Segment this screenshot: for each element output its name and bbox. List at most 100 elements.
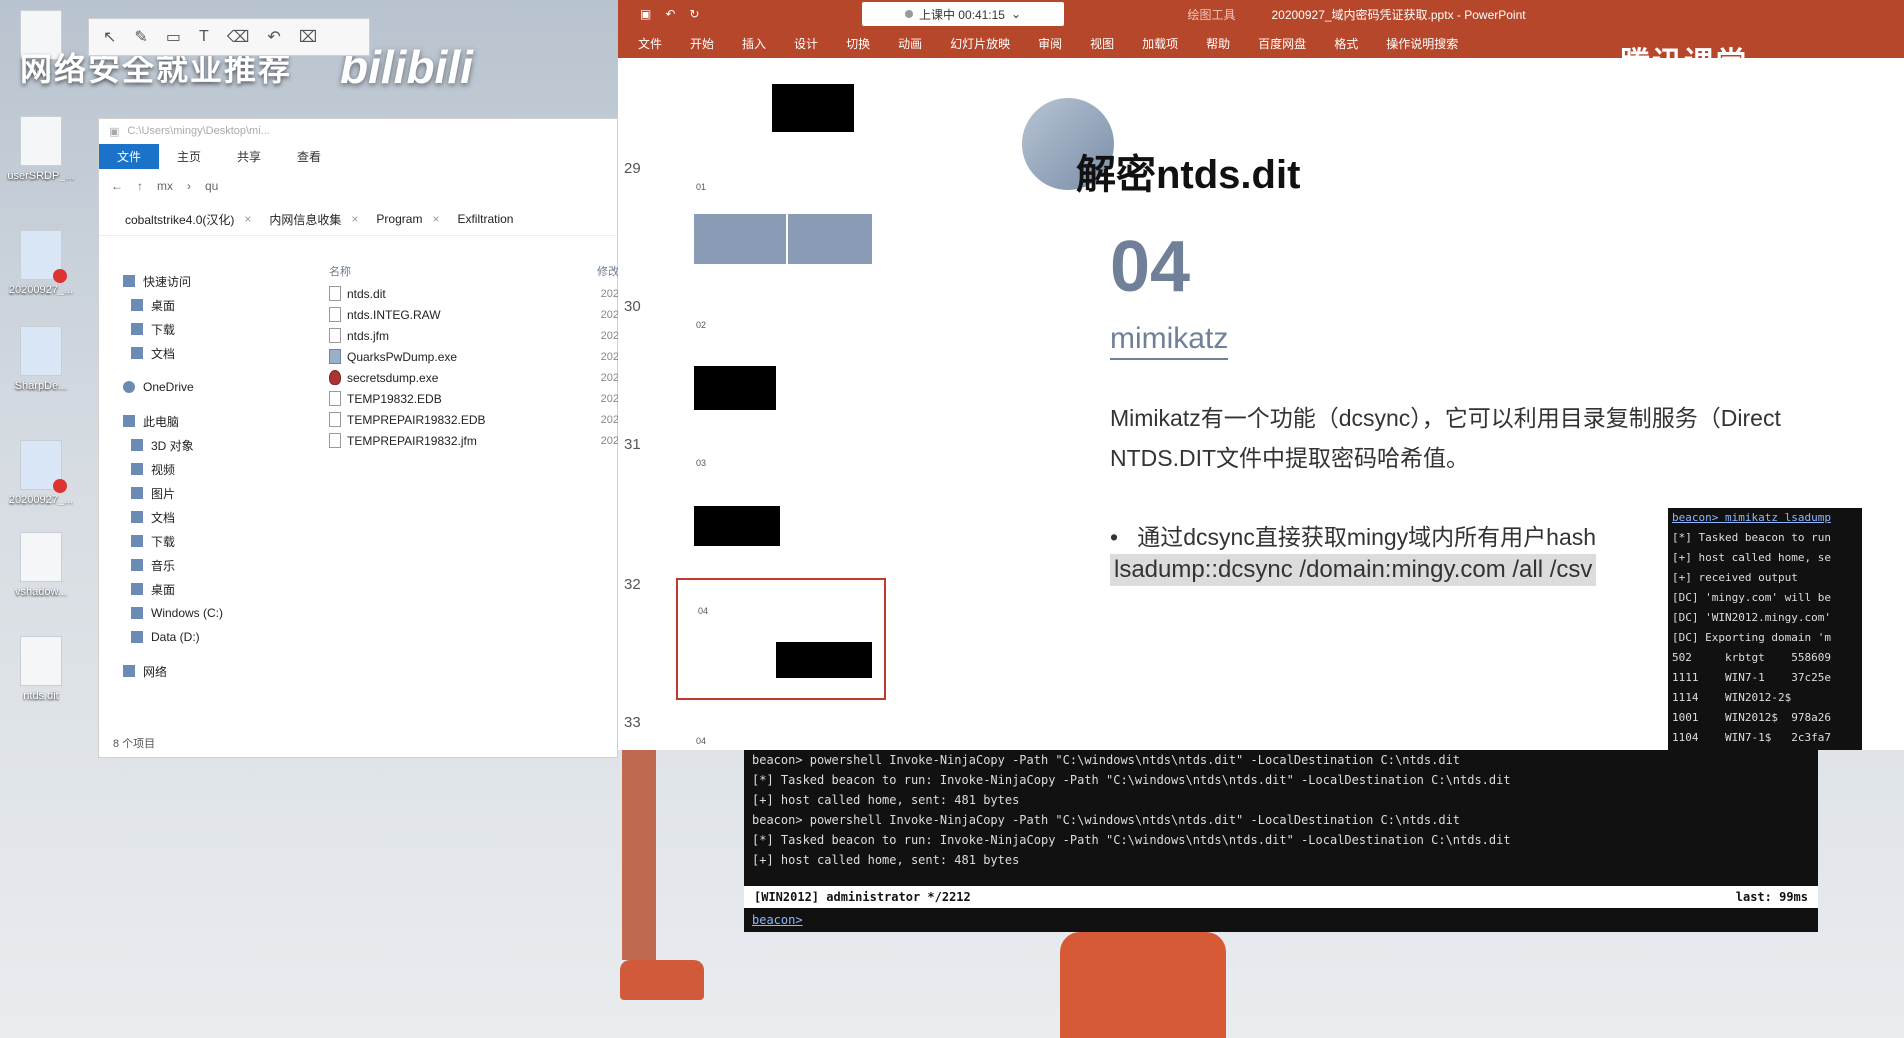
nav-desktop[interactable]: 桌面: [99, 293, 319, 317]
ribbon-tab-share[interactable]: 共享: [219, 144, 279, 169]
ribbon-baidu[interactable]: 百度网盘: [1258, 35, 1306, 52]
slide-thumb-31[interactable]: 03: [676, 444, 886, 566]
section-subtitle[interactable]: mimikatz: [1110, 322, 1229, 360]
nav-3d-objects[interactable]: 3D 对象: [99, 433, 319, 457]
ribbon-insert[interactable]: 插入: [742, 35, 766, 52]
back-icon[interactable]: ←: [111, 179, 123, 193]
file-row[interactable]: TEMP19832.EDB 202: [329, 388, 619, 409]
address-bar[interactable]: ← ↑ mx › qu: [99, 169, 617, 203]
slide-title[interactable]: 解密ntds.dit: [1076, 142, 1300, 200]
nav-label: 3D 对象: [151, 438, 194, 453]
nav-documents[interactable]: 文档: [99, 341, 319, 365]
desktop-icon-4[interactable]: 20200927_...: [0, 440, 82, 506]
ribbon-tab-file[interactable]: 文件: [99, 143, 160, 169]
slide-command[interactable]: lsadump::dcsync /domain:mingy.com /all /…: [1110, 554, 1597, 586]
file-row[interactable]: QuarksPwDump.exe 202: [329, 346, 619, 367]
pptx-icon: [20, 230, 67, 283]
nav-drive-c[interactable]: Windows (C:): [99, 601, 319, 625]
slide-thumb-28[interactable]: [676, 58, 886, 148]
picture-icon: [131, 487, 143, 499]
ribbon-search[interactable]: 操作说明搜索: [1386, 35, 1458, 52]
ribbon-design[interactable]: 设计: [794, 35, 818, 52]
explorer-tab[interactable]: 内网信息收集 ×: [263, 209, 364, 230]
nav-network[interactable]: 网络: [99, 659, 319, 683]
ribbon-home[interactable]: 开始: [690, 35, 714, 52]
ribbon-tab-home[interactable]: 主页: [159, 144, 219, 169]
command-input[interactable]: beacon>: [744, 908, 1818, 932]
desktop-icon-1[interactable]: userSRDP_...: [0, 116, 82, 182]
nav-videos[interactable]: 视频: [99, 457, 319, 481]
nav-drive-d[interactable]: Data (D:): [99, 625, 319, 649]
file-row[interactable]: ntds.dit 202: [329, 283, 619, 304]
nav-this-pc[interactable]: 此电脑: [99, 409, 319, 433]
nav-music[interactable]: 音乐: [99, 553, 319, 577]
console-line: [*] Tasked beacon to run: [1672, 531, 1831, 544]
ribbon-view[interactable]: 视图: [1090, 35, 1114, 52]
drive-icon: [131, 607, 143, 619]
eraser-icon[interactable]: ⌫: [227, 27, 250, 47]
redo-icon[interactable]: ↻: [689, 7, 699, 21]
file-row[interactable]: ntds.jfm 202: [329, 325, 619, 346]
shield-icon: [329, 370, 341, 385]
breadcrumb-mx[interactable]: mx: [157, 179, 173, 193]
file-row[interactable]: TEMPREPAIR19832.EDB 202: [329, 409, 619, 430]
file-name: TEMP19832.EDB: [347, 391, 442, 406]
slide-thumb-29[interactable]: 01: [676, 168, 886, 290]
close-icon[interactable]: ×: [351, 212, 358, 226]
section-number[interactable]: 04: [1110, 226, 1190, 308]
ribbon-addins[interactable]: 加载项: [1142, 35, 1178, 52]
slide-paragraph[interactable]: Mimikatz有一个功能（dcsync），它可以利用目录复制服务（Direct…: [1110, 398, 1904, 478]
ribbon-help[interactable]: 帮助: [1206, 35, 1230, 52]
ribbon-slideshow[interactable]: 幻灯片放映: [950, 35, 1010, 52]
slide-bullet[interactable]: • 通过dcsync直接获取mingy域内所有用户hash: [1110, 518, 1596, 552]
slide-thumb-33[interactable]: 04: [676, 722, 886, 750]
nav-downloads[interactable]: 下载: [99, 317, 319, 341]
file-row[interactable]: ntds.INTEG.RAW 202: [329, 304, 619, 325]
nav-downloads-pc[interactable]: 下载: [99, 529, 319, 553]
console-line: [DC] Exporting domain 'm: [1672, 631, 1831, 644]
explorer-tab[interactable]: Exfiltration: [451, 210, 519, 228]
column-name[interactable]: 名称: [329, 263, 351, 279]
file-row[interactable]: secretsdump.exe 202: [329, 367, 619, 388]
ppt-titlebar: ▣ ↶ ↻ 绘图工具 20200927_域内密码凭证获取.pptx - Powe…: [618, 0, 1904, 28]
live-class-timer[interactable]: 上课中 00:41:15 ⌄: [862, 2, 1064, 26]
ribbon-review[interactable]: 审阅: [1038, 35, 1062, 52]
up-icon[interactable]: ↑: [137, 179, 143, 193]
chevron-right-icon: ›: [187, 179, 191, 193]
ribbon-animations[interactable]: 动画: [898, 35, 922, 52]
breadcrumb-qu[interactable]: qu: [205, 179, 218, 193]
nav-desktop-pc[interactable]: 桌面: [99, 577, 319, 601]
rectangle-icon[interactable]: ▭: [166, 27, 181, 47]
ribbon-file[interactable]: 文件: [638, 35, 662, 52]
file-row[interactable]: TEMPREPAIR19832.jfm 202: [329, 430, 619, 451]
desktop-icon-5[interactable]: vshadow...: [0, 532, 82, 598]
desktop-icon-6[interactable]: ntds.dit: [0, 636, 82, 702]
pen-icon[interactable]: ✎: [134, 27, 147, 47]
pointer-icon[interactable]: ↖: [103, 27, 116, 47]
undo-icon[interactable]: ↶: [665, 7, 675, 21]
text-icon[interactable]: T: [199, 28, 209, 46]
nav-onedrive[interactable]: OneDrive: [99, 375, 319, 399]
undo-icon[interactable]: ↶: [267, 27, 280, 47]
save-icon[interactable]: ▣: [640, 7, 651, 21]
column-date[interactable]: 修改: [597, 263, 619, 279]
close-icon[interactable]: ×: [432, 212, 439, 226]
console-line: [+] host called home, sent: 481 bytes: [752, 793, 1020, 807]
nav-documents-pc[interactable]: 文档: [99, 505, 319, 529]
document-icon: [131, 511, 143, 523]
explorer-tab[interactable]: Program ×: [370, 210, 445, 228]
nav-pictures[interactable]: 图片: [99, 481, 319, 505]
file-date: 202: [600, 392, 619, 405]
desktop-icon-3[interactable]: SharpDe...: [0, 326, 82, 392]
file-list-header: 名称 修改: [329, 259, 619, 283]
desktop-icon-2[interactable]: 20200927_...: [0, 230, 82, 296]
explorer-tab[interactable]: cobaltstrike4.0(汉化) ×: [119, 209, 257, 230]
clear-icon[interactable]: ⌧: [299, 27, 317, 47]
slide-thumb-30[interactable]: 02: [676, 306, 886, 428]
close-icon[interactable]: ×: [244, 212, 251, 226]
ribbon-transitions[interactable]: 切换: [846, 35, 870, 52]
ribbon-tab-view[interactable]: 查看: [279, 144, 339, 169]
slide-thumb-32-selected[interactable]: 04: [676, 578, 886, 700]
ribbon-format[interactable]: 格式: [1334, 35, 1358, 52]
nav-quick-access[interactable]: 快速访问: [99, 269, 319, 293]
